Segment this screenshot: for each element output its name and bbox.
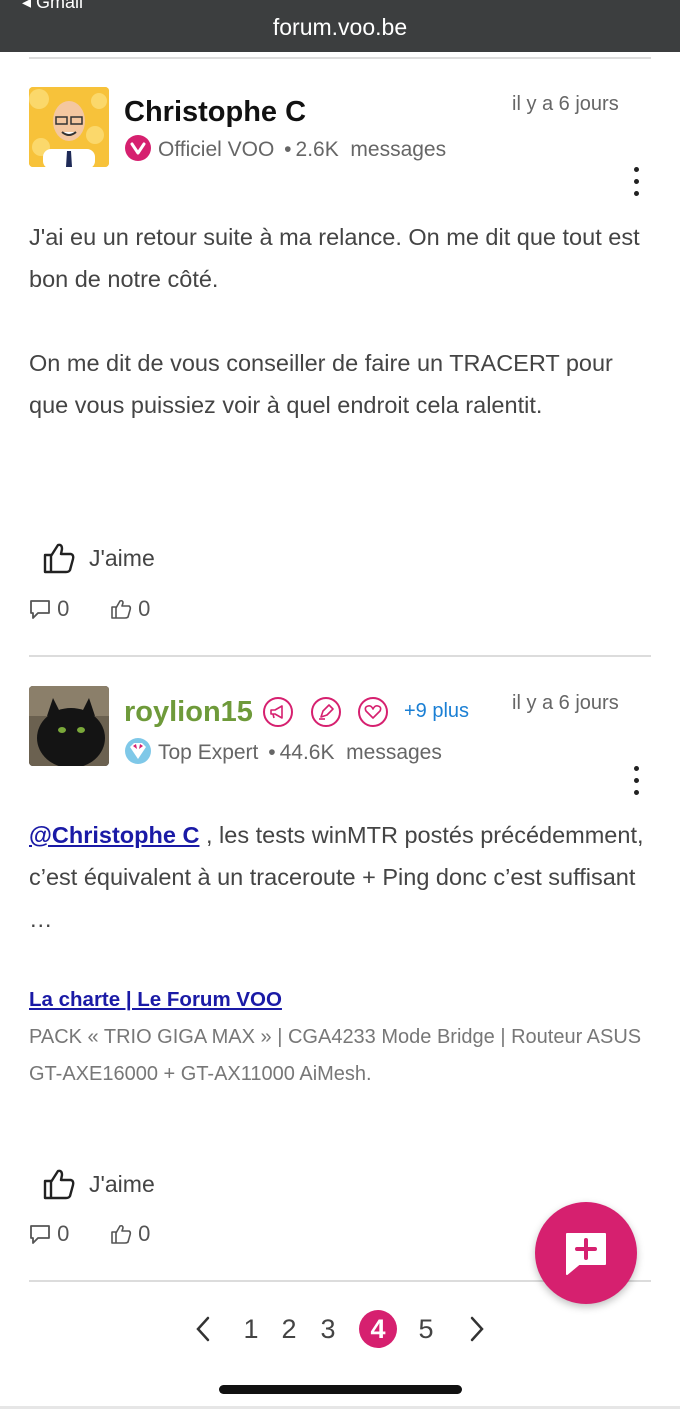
avatar-illustration (29, 87, 109, 167)
page-4-current[interactable]: 4 (359, 1310, 397, 1348)
reply-count[interactable]: 0 (29, 596, 69, 622)
thumbs-up-icon (43, 543, 75, 574)
author-name[interactable]: roylion15 (124, 696, 253, 729)
post-paragraph: J'ai eu un retour suite à ma relance. On… (29, 224, 640, 292)
author-role: Officiel VOO (158, 138, 275, 161)
post-stats: 0 0 (29, 596, 229, 624)
reply-count-value: 0 (57, 1221, 70, 1246)
author-meta: Top Expert • 44.6K messages (124, 737, 442, 765)
page-1[interactable]: 1 (232, 1310, 270, 1348)
browser-bar: ◂ Gmail forum.voo.be (0, 0, 680, 52)
author-name-text: roylion15 (124, 696, 253, 728)
prev-page-button[interactable] (184, 1310, 222, 1348)
post-time: il y a 6 jours (512, 692, 619, 714)
voo-official-icon (125, 135, 151, 161)
page-5[interactable]: 5 (407, 1310, 445, 1348)
back-to-gmail-link[interactable]: ◂ Gmail (22, 0, 83, 13)
comment-icon (30, 1225, 50, 1244)
post-stats: 0 0 (29, 1221, 229, 1249)
messages-label: messages (346, 741, 442, 764)
pen-icon (319, 704, 334, 720)
like-count-value: 0 (138, 596, 151, 621)
pen-badge-icon[interactable] (311, 697, 341, 727)
post-body: @Christophe C , les tests winMTR postés … (29, 814, 651, 940)
signature-link[interactable]: La charte | Le Forum VOO (29, 988, 282, 1012)
reply-count[interactable]: 0 (29, 1221, 69, 1247)
author-meta: Officiel VOO • 2.6K messages (124, 134, 446, 162)
pagination: 1 2 3 4 5 (0, 1310, 680, 1350)
url-label[interactable]: forum.voo.be (0, 14, 680, 41)
thumbs-up-small-icon (111, 1224, 132, 1244)
avatar-christophe[interactable] (29, 87, 109, 167)
next-page-button[interactable] (458, 1310, 496, 1348)
post-paragraph: On me dit de vous conseiller de faire un… (29, 350, 613, 418)
megaphone-icon (270, 705, 283, 719)
top-expert-icon (125, 738, 151, 764)
heart-icon (364, 705, 382, 719)
mention-link[interactable]: @Christophe C (29, 822, 199, 848)
messages-label: messages (350, 138, 447, 161)
more-vertical-icon[interactable] (631, 766, 641, 800)
more-vertical-icon[interactable] (631, 167, 641, 201)
avatar-roylion15[interactable] (29, 686, 109, 766)
like-count[interactable]: 0 (110, 1221, 150, 1247)
more-badges-link[interactable]: +9 plus (404, 700, 469, 723)
signature-text: PACK « TRIO GIGA MAX » | CGA4233 Mode Br… (29, 1026, 642, 1085)
post-body: J'ai eu un retour suite à ma relance. On… (29, 216, 651, 426)
home-indicator (219, 1385, 462, 1394)
divider (29, 655, 651, 657)
like-label: J'aime (89, 545, 155, 571)
author-role: Top Expert (158, 741, 259, 764)
post-time: il y a 6 jours (512, 93, 619, 115)
thumbs-up-icon (43, 1169, 75, 1200)
author-name[interactable]: Christophe C (124, 96, 306, 129)
page-3[interactable]: 3 (309, 1310, 347, 1348)
new-topic-button[interactable] (535, 1202, 637, 1304)
new-topic-plus-icon (566, 1233, 606, 1275)
like-label: J'aime (89, 1171, 155, 1197)
signature-link-text[interactable]: La charte | Le Forum VOO (29, 988, 282, 1011)
page-2[interactable]: 2 (270, 1310, 308, 1348)
like-count[interactable]: 0 (110, 596, 150, 622)
comment-icon (30, 600, 50, 619)
chevron-left-icon (196, 1316, 210, 1342)
thumbs-up-small-icon (111, 599, 132, 619)
like-count-value: 0 (138, 1221, 151, 1246)
reply-count-value: 0 (57, 596, 70, 621)
chevron-right-icon (470, 1316, 484, 1342)
avatar-cat-photo (29, 686, 109, 766)
heart-badge-icon[interactable] (358, 697, 388, 727)
message-count: 44.6K (279, 741, 335, 764)
message-count: 2.6K (295, 138, 339, 161)
megaphone-badge-icon[interactable] (263, 697, 293, 727)
divider (29, 57, 651, 59)
